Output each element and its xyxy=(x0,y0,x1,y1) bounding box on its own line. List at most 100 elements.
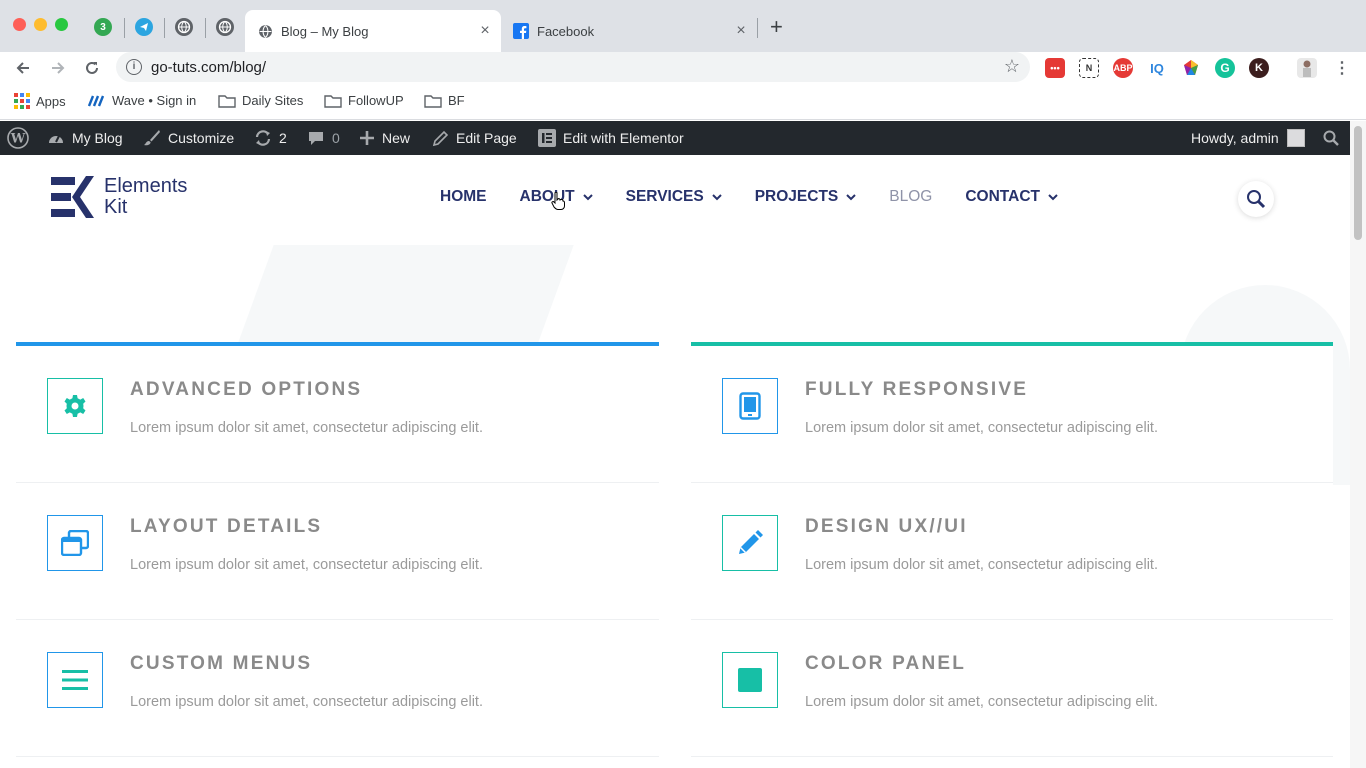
color-extension-icon[interactable] xyxy=(1181,58,1201,78)
maximize-window-button[interactable] xyxy=(55,18,68,31)
elementskit-logo[interactable]: Elements Kit xyxy=(50,175,187,219)
nav-projects[interactable]: PROJECTS xyxy=(755,188,857,206)
pinned-tab-badge-count: 3 xyxy=(100,21,106,33)
comment-bubble-icon xyxy=(307,130,325,147)
bookmark-star-icon[interactable]: ☆ xyxy=(1004,56,1020,77)
admin-howdy-label: Howdy, admin xyxy=(1191,130,1279,146)
chevron-down-icon xyxy=(712,193,722,201)
forward-arrow-icon[interactable] xyxy=(46,56,70,80)
pencil-icon xyxy=(722,515,778,571)
site-info-icon[interactable]: i xyxy=(126,59,142,75)
globe-icon xyxy=(257,23,273,39)
telegram-tab-icon[interactable] xyxy=(135,18,153,36)
feature-title: LAYOUT DETAILS xyxy=(130,516,323,537)
admin-edit-elementor[interactable]: Edit with Elementor xyxy=(538,121,684,155)
hand-cursor-icon xyxy=(551,191,565,215)
facebook-icon xyxy=(513,23,529,39)
nav-home[interactable]: HOME xyxy=(440,188,487,206)
windows-icon xyxy=(47,515,103,571)
logo-line-1: Elements xyxy=(104,175,188,197)
extension-red-icon[interactable]: ••• xyxy=(1045,58,1065,78)
site-page: Elements Kit HOME ABOUT SERVICES PROJECT… xyxy=(0,155,1350,768)
wave-icon xyxy=(88,94,106,108)
address-bar[interactable]: i go-tuts.com/blog/ ☆ xyxy=(116,52,1030,82)
square-icon xyxy=(722,652,778,708)
tab-blog[interactable]: Blog – My Blog × xyxy=(245,10,501,52)
menu-icon xyxy=(47,652,103,708)
bookmark-label: Daily Sites xyxy=(242,93,304,108)
notion-extension-icon[interactable]: N xyxy=(1079,58,1099,78)
admin-updates[interactable]: 2 xyxy=(254,121,287,155)
globe-tab-icon[interactable] xyxy=(216,18,234,36)
features-column-right: FULLY RESPONSIVE Lorem ipsum dolor sit a… xyxy=(691,342,1333,757)
paintbrush-icon xyxy=(143,129,161,147)
back-arrow-icon[interactable] xyxy=(11,56,35,80)
pencil-edit-icon xyxy=(432,130,449,147)
nav-blog-label: BLOG xyxy=(889,188,933,205)
admin-comments-count: 0 xyxy=(332,130,340,146)
search-icon xyxy=(1247,190,1266,209)
elementskit-logo-icon xyxy=(51,176,94,218)
tab-title: Blog – My Blog xyxy=(281,23,369,39)
bookmark-bf[interactable]: BF xyxy=(424,93,465,108)
k-extension-icon[interactable]: K xyxy=(1249,58,1269,78)
globe-tab-icon[interactable] xyxy=(175,18,193,36)
logo-text: Elements Kit xyxy=(104,176,187,218)
feature-description: Lorem ipsum dolor sit amet, consectetur … xyxy=(805,694,1158,710)
feature-title: ADVANCED OPTIONS xyxy=(130,379,363,400)
tab-divider xyxy=(205,18,206,38)
wordpress-logo-icon[interactable]: W xyxy=(7,121,29,155)
close-window-button[interactable] xyxy=(13,18,26,31)
nav-contact-label: CONTACT xyxy=(965,188,1040,205)
feature-description: Lorem ipsum dolor sit amet, consectetur … xyxy=(130,557,483,573)
feature-card: COLOR PANEL Lorem ipsum dolor sit amet, … xyxy=(691,620,1333,757)
tab-facebook[interactable]: Facebook × xyxy=(501,10,757,52)
admin-account[interactable]: Howdy, admin xyxy=(1191,121,1305,155)
site-search-button[interactable] xyxy=(1238,181,1274,217)
admin-edit-page[interactable]: Edit Page xyxy=(432,121,517,155)
nav-contact[interactable]: CONTACT xyxy=(965,188,1058,206)
admin-customize[interactable]: Customize xyxy=(143,121,234,155)
bookmark-apps[interactable]: Apps xyxy=(14,93,66,109)
scrollbar-thumb[interactable] xyxy=(1354,126,1362,240)
admin-comments[interactable]: 0 xyxy=(307,121,340,155)
close-tab-icon[interactable]: × xyxy=(475,22,495,40)
nav-services[interactable]: SERVICES xyxy=(626,188,722,206)
elementor-icon xyxy=(538,129,556,147)
bookmarks-bar: Apps Wave • Sign in Daily Sites FollowUP… xyxy=(0,84,1366,120)
folder-icon xyxy=(324,94,342,108)
grammarly-extension-icon[interactable]: G xyxy=(1215,58,1235,78)
pinned-tab-badge-icon[interactable]: 3 xyxy=(94,18,112,36)
nav-services-label: SERVICES xyxy=(625,188,704,205)
folder-icon xyxy=(424,94,442,108)
avatar xyxy=(1286,129,1305,147)
reload-icon[interactable] xyxy=(80,56,104,80)
admin-my-blog[interactable]: My Blog xyxy=(47,121,123,155)
new-tab-button[interactable]: + xyxy=(770,16,783,38)
bookmark-label: BF xyxy=(448,93,465,108)
bookmark-followup[interactable]: FollowUP xyxy=(324,93,404,108)
admin-edit-elementor-label: Edit with Elementor xyxy=(563,130,684,146)
feature-title: CUSTOM MENUS xyxy=(130,653,313,674)
close-tab-icon[interactable]: × xyxy=(731,22,751,40)
minimize-window-button[interactable] xyxy=(34,18,47,31)
feature-card: DESIGN UX//UI Lorem ipsum dolor sit amet… xyxy=(691,483,1333,620)
url-text[interactable]: go-tuts.com/blog/ xyxy=(151,59,266,76)
chevron-down-icon xyxy=(582,193,593,201)
adblock-extension-icon[interactable]: ABP xyxy=(1113,58,1133,78)
profile-avatar-icon[interactable] xyxy=(1297,58,1317,78)
browser-tab-bar: 3 Blog – My Blog × Facebook × + xyxy=(0,0,1366,52)
bookmark-daily-sites[interactable]: Daily Sites xyxy=(218,93,303,108)
chrome-menu-icon[interactable]: ⋮ xyxy=(1332,58,1352,78)
chevron-down-icon xyxy=(846,193,856,201)
features-column-left: ADVANCED OPTIONS Lorem ipsum dolor sit a… xyxy=(16,342,659,757)
admin-search-icon[interactable] xyxy=(1323,121,1339,155)
folder-icon xyxy=(218,94,236,108)
bookmark-wave[interactable]: Wave • Sign in xyxy=(88,93,196,108)
nav-blog[interactable]: BLOG xyxy=(889,188,932,206)
iq-label: IQ xyxy=(1150,60,1164,76)
tab-divider xyxy=(164,18,165,38)
admin-new[interactable]: New xyxy=(359,121,410,155)
iq-extension-icon[interactable]: IQ xyxy=(1147,58,1167,78)
tab-divider xyxy=(124,18,125,38)
